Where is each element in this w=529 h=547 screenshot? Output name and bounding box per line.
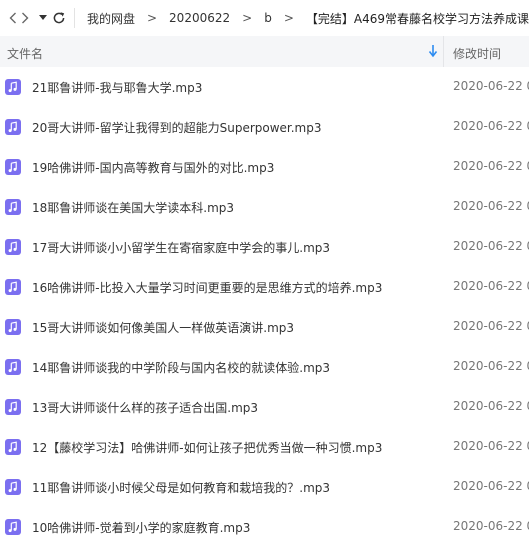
file-modified-time: 2020-06-22 0	[453, 199, 529, 213]
file-row[interactable]: 19哈佛讲师-国内高等教育与国外的对比.mp3 2020-06-22 0	[0, 147, 529, 187]
file-modified-time: 2020-06-22 0	[453, 319, 529, 333]
file-row[interactable]: 16哈佛讲师-比投入大量学习时间更重要的是思维方式的培养.mp3 2020-06-…	[0, 267, 529, 307]
file-modified-time: 2020-06-22 0	[453, 159, 529, 173]
file-modified-time: 2020-06-22 0	[453, 119, 529, 133]
audio-file-icon	[5, 79, 21, 95]
breadcrumb-folder-date[interactable]: 20200622	[169, 11, 230, 25]
column-header-modified-time[interactable]: 修改时间	[453, 45, 501, 62]
refresh-icon	[53, 12, 65, 24]
file-modified-time: 2020-06-22 0	[453, 439, 529, 453]
file-row[interactable]: 12【藤校学习法】哈佛讲师-如何让孩子把优秀当做一种习惯.mp3 2020-06-…	[0, 427, 529, 467]
file-name[interactable]: 21耶鲁讲师-我与耶鲁大学.mp3	[32, 79, 202, 96]
chevron-right-icon	[22, 12, 29, 24]
file-name[interactable]: 20哥大讲师-留学让我得到的超能力Superpower.mp3	[32, 119, 322, 136]
audio-file-icon	[5, 199, 21, 215]
toolbar: 我的网盘 > 20200622 > b > 【完结】A469常春藤名校学习方法养…	[0, 0, 529, 36]
file-name[interactable]: 15哥大讲师谈如何像美国人一样做英语演讲.mp3	[32, 319, 294, 336]
sort-down-arrow-icon[interactable]	[427, 44, 439, 58]
audio-file-icon	[5, 399, 21, 415]
file-name[interactable]: 19哈佛讲师-国内高等教育与国外的对比.mp3	[32, 159, 274, 176]
file-list-header: 文件名 修改时间	[0, 36, 529, 67]
column-header-name[interactable]: 文件名	[7, 45, 43, 62]
audio-file-icon	[5, 159, 21, 175]
audio-file-icon	[5, 239, 21, 255]
file-modified-time: 2020-06-22 0	[453, 479, 529, 493]
file-row[interactable]: 18耶鲁讲师谈在美国大学读本科.mp3 2020-06-22 0	[0, 187, 529, 227]
forward-button[interactable]	[20, 6, 32, 30]
audio-file-icon	[5, 359, 21, 375]
file-modified-time: 2020-06-22 0	[453, 79, 529, 93]
breadcrumb-separator: >	[242, 11, 253, 25]
column-resize-handle[interactable]	[443, 36, 444, 67]
file-row[interactable]: 14耶鲁讲师谈我的中学阶段与国内名校的就读体验.mp3 2020-06-22 0	[0, 347, 529, 387]
caret-down-icon	[39, 15, 48, 20]
file-name[interactable]: 14耶鲁讲师谈我的中学阶段与国内名校的就读体验.mp3	[32, 359, 330, 376]
file-name[interactable]: 11耶鲁讲师谈小时候父母是如何教育和栽培我的？.mp3	[32, 479, 330, 496]
file-row[interactable]: 13哥大讲师谈什么样的孩子适合出国.mp3 2020-06-22 0	[0, 387, 529, 427]
audio-file-icon	[5, 279, 21, 295]
audio-file-icon	[5, 319, 21, 335]
file-row[interactable]: 11耶鲁讲师谈小时候父母是如何教育和栽培我的？.mp3 2020-06-22 0	[0, 467, 529, 507]
breadcrumb-current[interactable]: 【完结】A469常春藤名校学习方法养成课	[306, 10, 529, 27]
file-modified-time: 2020-06-22 0	[453, 359, 529, 373]
history-dropdown-button[interactable]	[38, 6, 48, 30]
toolbar-divider	[74, 8, 75, 28]
file-name[interactable]: 18耶鲁讲师谈在美国大学读本科.mp3	[32, 199, 234, 216]
file-row[interactable]: 17哥大讲师谈小小留学生在寄宿家庭中学会的事儿.mp3 2020-06-22 0	[0, 227, 529, 267]
file-name[interactable]: 12【藤校学习法】哈佛讲师-如何让孩子把优秀当做一种习惯.mp3	[32, 439, 382, 456]
file-row[interactable]: 20哥大讲师-留学让我得到的超能力Superpower.mp3 2020-06-2…	[0, 107, 529, 147]
file-name[interactable]: 16哈佛讲师-比投入大量学习时间更重要的是思维方式的培养.mp3	[32, 279, 382, 296]
breadcrumb-folder-b[interactable]: b	[264, 11, 272, 25]
audio-file-icon	[5, 119, 21, 135]
breadcrumb-separator: >	[283, 11, 294, 25]
file-row[interactable]: 10哈佛讲师-觉着到小学的家庭教育.mp3 2020-06-22 0	[0, 507, 529, 547]
file-name[interactable]: 13哥大讲师谈什么样的孩子适合出国.mp3	[32, 399, 258, 416]
audio-file-icon	[5, 479, 21, 495]
audio-file-icon	[5, 519, 21, 535]
chevron-left-icon	[9, 12, 16, 24]
breadcrumb-root[interactable]: 我的网盘	[87, 10, 135, 27]
file-row[interactable]: 21耶鲁讲师-我与耶鲁大学.mp3 2020-06-22 0	[0, 67, 529, 107]
file-modified-time: 2020-06-22 0	[453, 399, 529, 413]
back-button[interactable]	[7, 6, 19, 30]
breadcrumb-separator: >	[146, 11, 158, 25]
file-name[interactable]: 17哥大讲师谈小小留学生在寄宿家庭中学会的事儿.mp3	[32, 239, 330, 256]
audio-file-icon	[5, 439, 21, 455]
file-modified-time: 2020-06-22 0	[453, 279, 529, 293]
file-modified-time: 2020-06-22 0	[453, 239, 529, 253]
file-row[interactable]: 15哥大讲师谈如何像美国人一样做英语演讲.mp3 2020-06-22 0	[0, 307, 529, 347]
refresh-button[interactable]	[51, 6, 66, 30]
file-modified-time: 2020-06-22 0	[453, 519, 529, 533]
